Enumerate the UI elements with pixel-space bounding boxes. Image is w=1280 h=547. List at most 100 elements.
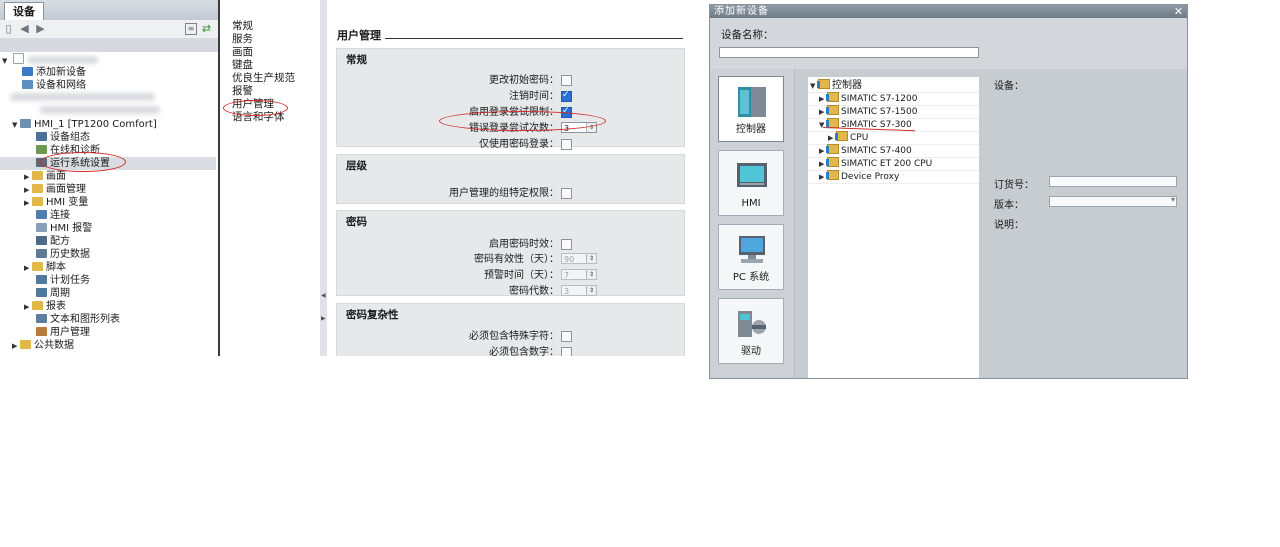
redacted-row <box>10 93 155 101</box>
tree-item-project[interactable]: ▼ <box>2 53 202 66</box>
red-annotation-oval <box>439 111 606 131</box>
diagnostics-icon <box>36 145 47 154</box>
back-icon[interactable]: ◀ <box>19 23 30 34</box>
setting-row: 启用密码时效： <box>337 238 684 251</box>
category-controller-button[interactable]: 控制器 <box>718 76 784 142</box>
nav-item[interactable]: 键盘 <box>232 59 295 72</box>
tree-item-label: 脚本 <box>46 262 66 273</box>
cycle-icon <box>36 288 47 297</box>
tree-item-label: HMI 变量 <box>46 197 89 208</box>
spin-arrows-icon[interactable]: ⇕ <box>586 286 596 295</box>
panel-splitter[interactable]: ◀ ▶ <box>320 0 327 356</box>
setting-checkbox[interactable] <box>561 347 572 356</box>
catalog-tree-item[interactable]: ▶ SIMATIC S7-1200 <box>808 92 979 106</box>
tree-item[interactable]: 设备组态 <box>28 131 90 144</box>
category-pc-system-button[interactable]: PC 系统 <box>718 224 784 290</box>
setting-checkbox[interactable] <box>561 139 572 150</box>
nav-item[interactable]: 服务 <box>232 33 295 46</box>
setting-checkbox[interactable] <box>561 89 572 102</box>
tree-tab-strip: 设备 <box>0 0 218 21</box>
tree-item[interactable]: ▶ 画面 <box>24 170 66 183</box>
category-label: 控制器 <box>736 124 766 135</box>
nav-item[interactable]: 优良生产规范 <box>232 72 295 85</box>
setting-spinbox[interactable]: 7 ⇕ <box>561 269 597 280</box>
setting-checkbox[interactable] <box>561 239 572 250</box>
close-icon[interactable]: ✕ <box>1172 5 1185 18</box>
tree-item-label: 文本和图形列表 <box>50 314 120 325</box>
forward-icon[interactable]: ▶ <box>35 23 46 34</box>
recipe-icon <box>36 236 47 245</box>
expand-arrow-icon[interactable]: ▶ <box>321 315 326 322</box>
setting-checkbox[interactable] <box>561 75 572 86</box>
list-view-icon[interactable]: ≡ <box>185 23 197 35</box>
history-icon <box>36 249 47 258</box>
dialog-titlebar[interactable]: 添加新设备 ✕ <box>710 5 1187 18</box>
tree-item[interactable]: 周期 <box>28 287 70 300</box>
catalog-tree-item[interactable]: ▶ SIMATIC S7-1500 <box>808 105 979 119</box>
tree-item[interactable]: 计划任务 <box>28 274 90 287</box>
tree-item-label: HMI 报警 <box>50 223 93 234</box>
version-select[interactable] <box>1049 195 1177 207</box>
project-tree-panel: 设备 ▯ ◀ ▶ ≡ ⇄ ▼ 添加新设备设备和网络 ▼ HMI_1 [TP1200 … <box>0 0 220 356</box>
tree-item[interactable]: HMI 报警 <box>28 222 92 235</box>
version-label: 版本： <box>994 200 1024 211</box>
tree-item[interactable]: 历史数据 <box>28 248 90 261</box>
expand-arrow-icon[interactable]: ▶ <box>12 340 20 353</box>
category-drive-button[interactable]: 驱动 <box>718 298 784 364</box>
folder-icon <box>20 340 31 349</box>
setting-label: 密码有效性（天）： <box>474 254 559 265</box>
tree-item[interactable]: ▶ 报表 <box>24 300 66 313</box>
tree-item[interactable]: ▶ HMI 变量 <box>24 196 88 209</box>
catalog-item-label: Device Proxy <box>841 172 900 182</box>
catalog-tree-item[interactable]: ▶ SIMATIC S7-400 <box>808 144 979 158</box>
add-device-icon <box>22 67 33 76</box>
catalog-item-label: 控制器 <box>832 80 862 91</box>
tree-item[interactable]: 连接 <box>28 209 70 222</box>
group-title: 层级 <box>346 160 367 172</box>
setting-checkbox[interactable] <box>561 188 572 199</box>
device-name-input[interactable] <box>719 47 979 58</box>
catalog-item-label: CPU <box>850 133 869 143</box>
expand-arrow-icon[interactable]: ▼ <box>2 55 10 68</box>
tree-item[interactable]: 添加新设备 <box>14 66 86 79</box>
category-label: 驱动 <box>741 346 761 357</box>
tree-item-label: 用户管理 <box>50 327 90 338</box>
setting-spinbox[interactable]: 90 ⇕ <box>561 253 597 264</box>
tree-item[interactable]: 配方 <box>28 235 70 248</box>
tree-item[interactable]: ▶ 画面管理 <box>24 183 86 196</box>
tree-item-label: 添加新设备 <box>36 67 86 78</box>
tree-item[interactable]: ▼ HMI_1 [TP1200 Comfort] <box>12 118 157 131</box>
spin-arrows-icon[interactable]: ⇕ <box>586 270 596 279</box>
tree-item[interactable]: ▶ 公共数据 <box>12 339 74 352</box>
catalog-tree-item[interactable]: ▶ Device Proxy <box>808 170 979 184</box>
spin-arrows-icon[interactable]: ⇕ <box>586 254 596 263</box>
catalog-tree-item[interactable]: ▶ CPU <box>808 131 979 145</box>
nav-item[interactable]: 常规 <box>232 20 295 33</box>
setting-checkbox[interactable] <box>561 331 572 342</box>
new-item-icon[interactable]: ▯ <box>3 23 14 34</box>
tree-item[interactable]: 设备和网络 <box>14 79 86 92</box>
expand-arrow-icon[interactable]: ▼ <box>12 119 20 132</box>
description-label: 说明： <box>994 220 1024 231</box>
setting-label: 密码代数： <box>509 286 559 297</box>
nav-item[interactable]: 报警 <box>232 85 295 98</box>
tree-item-label: 设备和网络 <box>36 80 86 91</box>
collapse-arrow-icon[interactable]: ◀ <box>321 292 326 299</box>
category-hmi-button[interactable]: HMI <box>718 150 784 216</box>
project-icon <box>13 53 25 64</box>
tree-item[interactable]: 用户管理 <box>28 326 90 339</box>
catalog-tree-item[interactable]: ▶ SIMATIC ET 200 CPU <box>808 157 979 171</box>
order-number-field <box>1049 176 1177 187</box>
add-new-device-dialog: 添加新设备 ✕ 设备名称： 控制器 HMI PC 系统 驱动 ▼ 控制器 ▶ S… <box>709 4 1188 379</box>
toggle-panel-icon[interactable]: ⇄ <box>201 23 212 34</box>
setting-row: 必须包含数字： <box>337 346 684 356</box>
tree-item-label: 画面管理 <box>46 184 86 195</box>
nav-item[interactable]: 画面 <box>232 46 295 59</box>
setting-spinbox[interactable]: 3 ⇕ <box>561 285 597 296</box>
tree-item-label: 周期 <box>50 288 70 299</box>
catalog-tree-item[interactable]: ▼ 控制器 <box>808 79 979 93</box>
tree-item[interactable]: ▶ 脚本 <box>24 261 66 274</box>
tree-item[interactable]: 文本和图形列表 <box>28 313 120 326</box>
tab-devices[interactable]: 设备 <box>4 2 44 20</box>
textlist-icon <box>36 314 47 323</box>
